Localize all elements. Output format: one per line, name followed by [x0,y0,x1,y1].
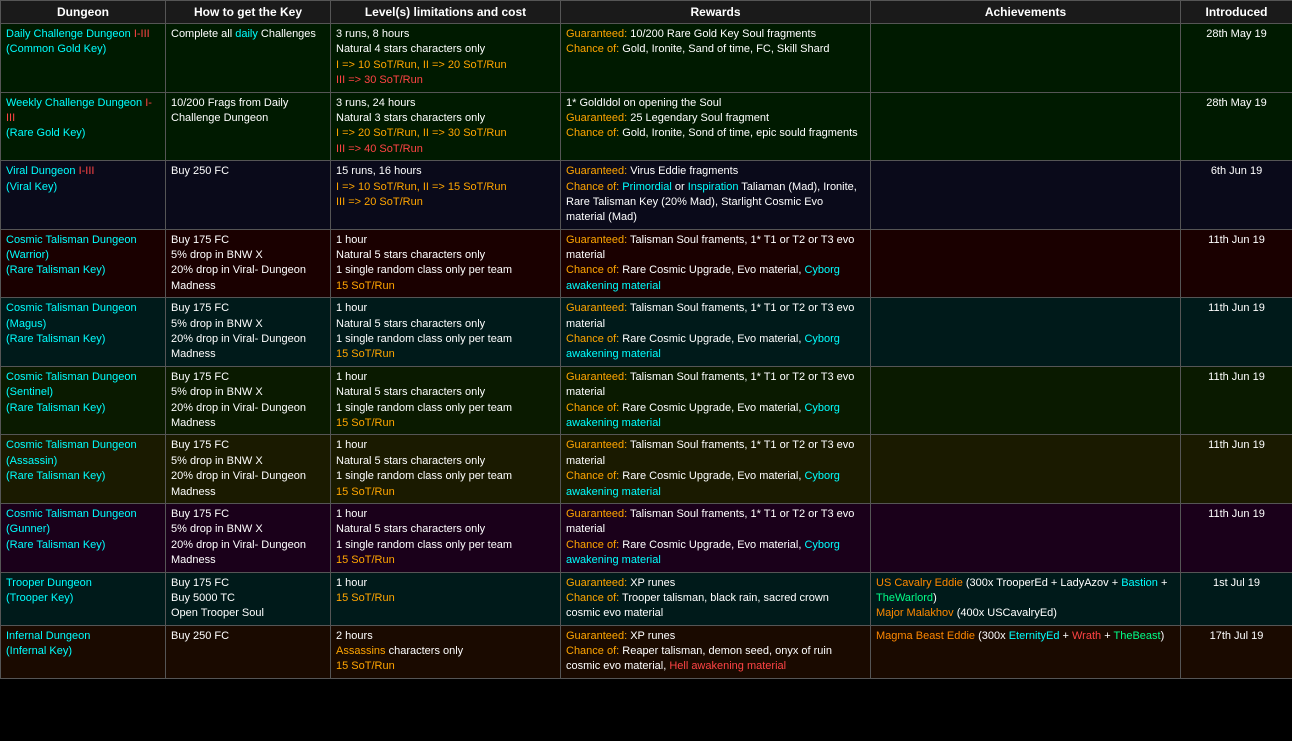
rewards-cell: Guaranteed: Talisman Soul framents, 1* T… [561,229,871,298]
dungeon-name: Cosmic Talisman Dungeon (Magus) [6,302,137,329]
key-cell: Buy 250 FC [166,625,331,678]
table-row: Cosmic Talisman Dungeon (Warrior) (Rare … [1,229,1292,298]
key-cell: Complete all daily Challenges [166,24,331,93]
level-cell: 1 hour 15 SoT/Run [331,572,561,625]
achievements-cell: Magma Beast Eddie (300x EternityEd + Wra… [871,625,1181,678]
dungeon-sub: (Infernal Key) [6,645,72,657]
rewards-cell: Guaranteed: Virus Eddie fragments Chance… [561,161,871,230]
key-cell: Buy 175 FC 5% drop in BNW X 20% drop in … [166,435,331,504]
dungeon-sub: (Viral Key) [6,181,57,193]
level-cell: 1 hour Natural 5 stars characters only 1… [331,298,561,367]
key-cell: 10/200 Frags from Daily Challenge Dungeo… [166,92,331,161]
header-key: How to get the Key [166,1,331,24]
introduced-cell: 28th May 19 [1181,24,1292,93]
dungeon-name: Cosmic Talisman Dungeon (Gunner) [6,508,137,535]
introduced-cell: 11th Jun 19 [1181,503,1292,572]
dungeon-name: Weekly Challenge Dungeon I-III [6,97,152,124]
header-level: Level(s) limitations and cost [331,1,561,24]
level-cell: 1 hour Natural 5 stars characters only 1… [331,366,561,435]
dungeon-sub: (Rare Talisman Key) [6,402,105,414]
achievements-cell: US Cavalry Eddie (300x TrooperEd + LadyA… [871,572,1181,625]
level-cell: 15 runs, 16 hours I => 10 SoT/Run, II =>… [331,161,561,230]
dungeon-name: Viral Dungeon I-III [6,165,94,177]
introduced-cell: 11th Jun 19 [1181,229,1292,298]
achievements-cell [871,435,1181,504]
rewards-cell: Guaranteed: Talisman Soul framents, 1* T… [561,298,871,367]
key-cell: Buy 175 FC Buy 5000 TC Open Trooper Soul [166,572,331,625]
rewards-cell: Guaranteed: XP runes Chance of: Reaper t… [561,625,871,678]
level-cell: 3 runs, 8 hours Natural 4 stars characte… [331,24,561,93]
rewards-cell: Guaranteed: Talisman Soul framents, 1* T… [561,435,871,504]
achievements-cell [871,24,1181,93]
header-dungeon: Dungeon [1,1,166,24]
rewards-cell: 1* GoldIdol on opening the Soul Guarante… [561,92,871,161]
achievements-cell [871,161,1181,230]
dungeon-sub: (Rare Talisman Key) [6,470,105,482]
key-cell: Buy 175 FC 5% drop in BNW X 20% drop in … [166,229,331,298]
achievements-cell [871,229,1181,298]
introduced-cell: 6th Jun 19 [1181,161,1292,230]
achievements-cell [871,366,1181,435]
dungeon-sub: (Rare Gold Key) [6,127,85,139]
table-row: Weekly Challenge Dungeon I-III (Rare Gol… [1,92,1292,161]
table-row: Cosmic Talisman Dungeon (Sentinel) (Rare… [1,366,1292,435]
rewards-cell: Guaranteed: 10/200 Rare Gold Key Soul fr… [561,24,871,93]
table-row: Trooper Dungeon (Trooper Key) Buy 175 FC… [1,572,1292,625]
achievements-cell [871,503,1181,572]
dungeon-name: Cosmic Talisman Dungeon (Warrior) [6,234,137,261]
dungeon-cell: Cosmic Talisman Dungeon (Sentinel) (Rare… [1,366,166,435]
dungeon-cell: Cosmic Talisman Dungeon (Magus) (Rare Ta… [1,298,166,367]
rewards-cell: Guaranteed: XP runes Chance of: Trooper … [561,572,871,625]
rewards-cell: Guaranteed: Talisman Soul framents, 1* T… [561,503,871,572]
table-row: Cosmic Talisman Dungeon (Gunner) (Rare T… [1,503,1292,572]
level-cell: 1 hour Natural 5 stars characters only 1… [331,229,561,298]
introduced-cell: 11th Jun 19 [1181,298,1292,367]
dungeon-cell: Infernal Dungeon (Infernal Key) [1,625,166,678]
level-cell: 1 hour Natural 5 stars characters only 1… [331,503,561,572]
header-introduced: Introduced [1181,1,1292,24]
dungeon-cell: Cosmic Talisman Dungeon (Gunner) (Rare T… [1,503,166,572]
introduced-cell: 1st Jul 19 [1181,572,1292,625]
dungeon-name: Cosmic Talisman Dungeon (Assassin) [6,439,137,466]
dungeon-name: Trooper Dungeon [6,577,92,589]
key-cell: Buy 250 FC [166,161,331,230]
dungeon-name: Daily Challenge Dungeon I-III [6,28,150,40]
key-cell: Buy 175 FC 5% drop in BNW X 20% drop in … [166,366,331,435]
achievements-cell [871,92,1181,161]
table-row: Cosmic Talisman Dungeon (Assassin) (Rare… [1,435,1292,504]
level-cell: 3 runs, 24 hours Natural 3 stars charact… [331,92,561,161]
header-achievements: Achievements [871,1,1181,24]
achievements-cell [871,298,1181,367]
dungeon-sub: (Common Gold Key) [6,43,106,55]
dungeon-cell: Daily Challenge Dungeon I-III (Common Go… [1,24,166,93]
introduced-cell: 11th Jun 19 [1181,366,1292,435]
dungeon-name: Infernal Dungeon [6,630,90,642]
table-row: Cosmic Talisman Dungeon (Magus) (Rare Ta… [1,298,1292,367]
dungeon-cell: Cosmic Talisman Dungeon (Assassin) (Rare… [1,435,166,504]
dungeon-sub: (Rare Talisman Key) [6,333,105,345]
introduced-cell: 11th Jun 19 [1181,435,1292,504]
dungeon-cell: Trooper Dungeon (Trooper Key) [1,572,166,625]
level-cell: 1 hour Natural 5 stars characters only 1… [331,435,561,504]
table-row: Daily Challenge Dungeon I-III (Common Go… [1,24,1292,93]
dungeon-sub: (Trooper Key) [6,592,73,604]
key-cell: Buy 175 FC 5% drop in BNW X 20% drop in … [166,298,331,367]
rewards-cell: Guaranteed: Talisman Soul framents, 1* T… [561,366,871,435]
table-row: Infernal Dungeon (Infernal Key) Buy 250 … [1,625,1292,678]
dungeon-sub: (Rare Talisman Key) [6,264,105,276]
key-cell: Buy 175 FC 5% drop in BNW X 20% drop in … [166,503,331,572]
dungeon-cell: Viral Dungeon I-III (Viral Key) [1,161,166,230]
header-rewards: Rewards [561,1,871,24]
level-cell: 2 hours Assassins characters only 15 SoT… [331,625,561,678]
introduced-cell: 17th Jul 19 [1181,625,1292,678]
dungeon-sub: (Rare Talisman Key) [6,539,105,551]
table-row: Viral Dungeon I-III (Viral Key) Buy 250 … [1,161,1292,230]
dungeon-cell: Weekly Challenge Dungeon I-III (Rare Gol… [1,92,166,161]
dungeon-cell: Cosmic Talisman Dungeon (Warrior) (Rare … [1,229,166,298]
dungeon-name: Cosmic Talisman Dungeon (Sentinel) [6,371,137,398]
introduced-cell: 28th May 19 [1181,92,1292,161]
